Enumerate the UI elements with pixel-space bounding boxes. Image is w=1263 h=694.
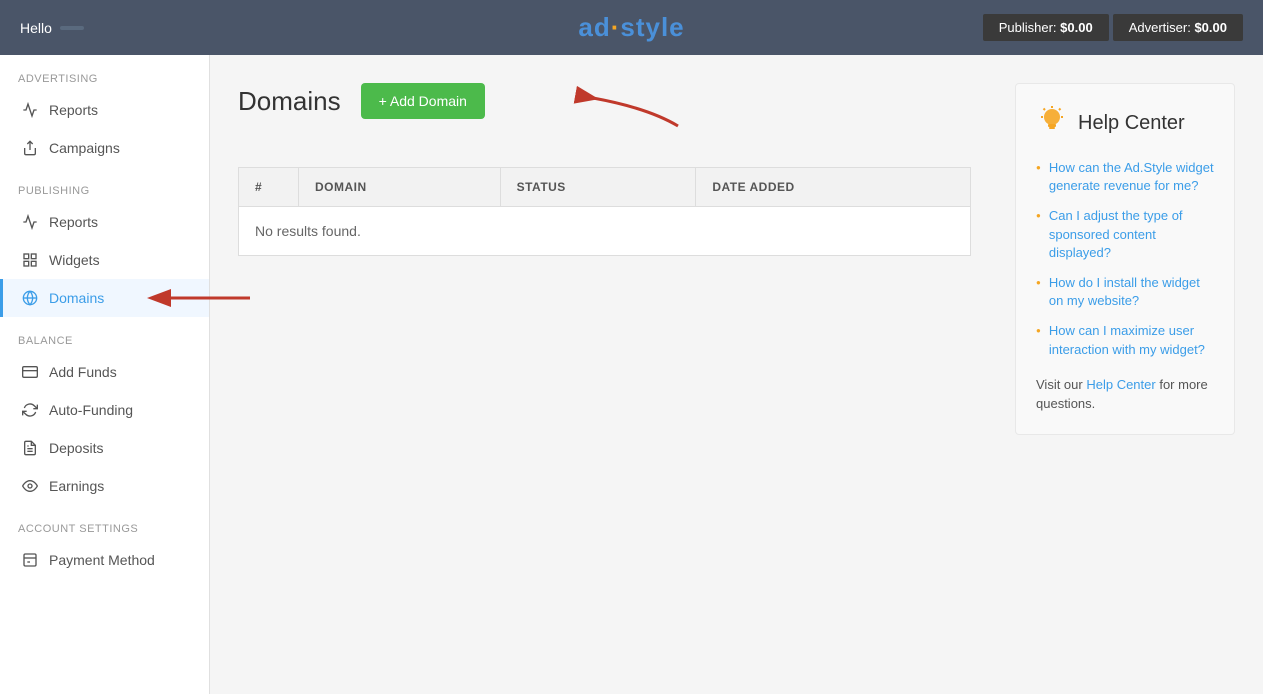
content-row: Domains + Add Domain: [238, 83, 1235, 435]
balance-section-label: Balance: [0, 317, 209, 353]
domains-label: Domains: [49, 290, 104, 306]
sidebar-item-widgets[interactable]: Widgets: [0, 241, 209, 279]
top-nav: Hello ad·style Publisher: $0.00 Advertis…: [0, 0, 1263, 55]
auto-funding-label: Auto-Funding: [49, 402, 133, 418]
sidebar-item-payment-method[interactable]: Payment Method: [0, 541, 209, 579]
widgets-label: Widgets: [49, 252, 100, 268]
payment-method-label: Payment Method: [49, 552, 155, 568]
publisher-balance: Publisher: $0.00: [983, 14, 1109, 41]
add-domain-arrow: [548, 78, 688, 133]
add-domain-button[interactable]: + Add Domain: [361, 83, 485, 119]
sidebar-item-domains[interactable]: Domains: [0, 279, 209, 317]
help-link-2[interactable]: Can I adjust the type of sponsored conte…: [1049, 207, 1214, 262]
deposits-label: Deposits: [49, 440, 103, 456]
sidebar-item-pub-reports[interactable]: Reports: [0, 203, 209, 241]
page-title: Domains: [238, 86, 341, 117]
sidebar-item-auto-funding[interactable]: Auto-Funding: [0, 391, 209, 429]
campaigns-icon: [21, 139, 39, 157]
balance-section: Publisher: $0.00 Advertiser: $0.00: [983, 14, 1243, 41]
earnings-icon: [21, 477, 39, 495]
domains-row-container: Domains: [0, 279, 209, 317]
publishing-section-label: Publishing: [0, 167, 209, 203]
advertising-section-label: Advertising: [0, 55, 209, 91]
table-body: No results found.: [239, 207, 971, 256]
help-link-item: Can I adjust the type of sponsored conte…: [1036, 207, 1214, 262]
help-link-3[interactable]: How do I install the widget on my websit…: [1049, 274, 1214, 310]
help-link-1[interactable]: How can the Ad.Style widget generate rev…: [1049, 159, 1214, 195]
sidebar-item-add-funds[interactable]: Add Funds: [0, 353, 209, 391]
col-status: STATUS: [500, 168, 696, 207]
earnings-label: Earnings: [49, 478, 104, 494]
user-badge: [60, 26, 84, 30]
payment-method-icon: [21, 551, 39, 569]
widgets-icon: [21, 251, 39, 269]
hello-section: Hello: [20, 20, 84, 36]
sidebar-item-campaigns[interactable]: Campaigns: [0, 129, 209, 167]
right-panel: Help Center How can the Ad.Style widget …: [995, 83, 1235, 435]
add-funds-icon: [21, 363, 39, 381]
advertiser-balance: Advertiser: $0.00: [1113, 14, 1243, 41]
table-row-empty: No results found.: [239, 207, 971, 256]
add-funds-label: Add Funds: [49, 364, 117, 380]
lightbulb-icon: [1036, 104, 1068, 136]
account-settings-label: Account Settings: [0, 505, 209, 541]
col-domain: DOMAIN: [299, 168, 501, 207]
logo: ad·style: [578, 12, 684, 43]
help-center-box: Help Center How can the Ad.Style widget …: [1015, 83, 1235, 435]
help-link-item: How do I install the widget on my websit…: [1036, 274, 1214, 310]
reports-icon: [21, 101, 39, 119]
domains-section: Domains + Add Domain: [238, 83, 971, 435]
col-date-added: DATE ADDED: [696, 168, 971, 207]
logo-text: ad·style: [578, 12, 684, 43]
main-content: Domains + Add Domain: [210, 55, 1263, 694]
no-results-text: No results found.: [239, 207, 971, 256]
deposits-icon: [21, 439, 39, 457]
help-link-item: How can the Ad.Style widget generate rev…: [1036, 159, 1214, 195]
domains-table: # DOMAIN STATUS DATE ADDED No results fo…: [238, 167, 971, 256]
sidebar-item-earnings[interactable]: Earnings: [0, 467, 209, 505]
help-link-item: How can I maximize user interaction with…: [1036, 322, 1214, 358]
help-center-title: Help Center: [1078, 112, 1185, 135]
auto-funding-icon: [21, 401, 39, 419]
help-center-link[interactable]: Help Center: [1086, 377, 1155, 392]
hello-text: Hello: [20, 20, 52, 36]
domains-icon: [21, 289, 39, 307]
help-links: How can the Ad.Style widget generate rev…: [1036, 159, 1214, 359]
adv-reports-label: Reports: [49, 102, 98, 118]
pub-reports-icon: [21, 213, 39, 231]
col-number: #: [239, 168, 299, 207]
page-header-container: Domains + Add Domain: [238, 83, 485, 143]
page-header: Domains + Add Domain: [238, 83, 485, 119]
help-link-4[interactable]: How can I maximize user interaction with…: [1049, 322, 1214, 358]
sidebar-item-adv-reports[interactable]: Reports: [0, 91, 209, 129]
sidebar-item-deposits[interactable]: Deposits: [0, 429, 209, 467]
campaigns-label: Campaigns: [49, 140, 120, 156]
table-header: # DOMAIN STATUS DATE ADDED: [239, 168, 971, 207]
sidebar: Advertising Reports Campaigns Publishing…: [0, 55, 210, 694]
help-center-icon: [1036, 104, 1068, 143]
help-footer: Visit our Help Center for more questions…: [1036, 375, 1214, 414]
pub-reports-label: Reports: [49, 214, 98, 230]
help-center-header: Help Center: [1036, 104, 1214, 143]
